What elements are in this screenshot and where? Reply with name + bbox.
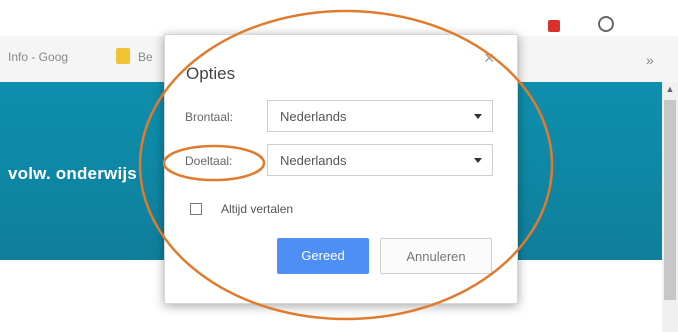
annotation-overlay bbox=[138, 9, 554, 321]
annotation-ellipse-target-label bbox=[162, 144, 266, 182]
annotation-ellipse-dialog bbox=[138, 9, 554, 321]
